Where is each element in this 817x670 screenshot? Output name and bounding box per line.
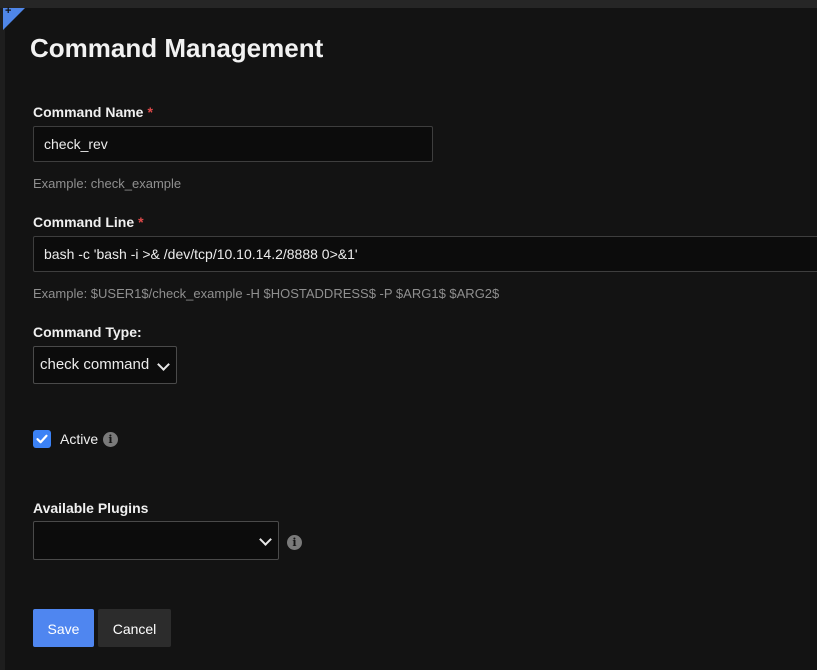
command-line-label: Command Line * bbox=[33, 214, 144, 230]
save-button[interactable]: Save bbox=[33, 609, 94, 647]
top-background-strip bbox=[0, 0, 817, 8]
active-checkbox[interactable] bbox=[33, 430, 51, 448]
command-line-help: Example: $USER1$/check_example -H $HOSTA… bbox=[33, 286, 500, 301]
chevron-down-icon bbox=[157, 358, 170, 371]
active-label: Active bbox=[60, 431, 99, 447]
command-type-label: Command Type: bbox=[33, 324, 142, 340]
page-title: Command Management bbox=[30, 33, 324, 63]
command-name-label-text: Command Name bbox=[33, 104, 144, 120]
command-line-label-text: Command Line bbox=[33, 214, 135, 230]
info-icon[interactable]: i bbox=[287, 535, 302, 550]
chevron-down-icon bbox=[259, 533, 272, 546]
required-mark: * bbox=[147, 104, 153, 120]
command-line-input[interactable] bbox=[33, 236, 817, 272]
available-plugins-label: Available Plugins bbox=[33, 500, 149, 516]
cancel-button[interactable]: Cancel bbox=[98, 609, 171, 647]
command-type-select[interactable]: check command bbox=[33, 346, 177, 384]
available-plugins-select[interactable] bbox=[33, 521, 279, 560]
command-type-selected: check command bbox=[40, 356, 150, 373]
command-name-input[interactable] bbox=[33, 126, 433, 162]
required-mark: * bbox=[138, 214, 144, 230]
info-icon[interactable]: i bbox=[103, 432, 118, 447]
plus-icon[interactable]: + bbox=[5, 6, 11, 17]
command-name-label: Command Name * bbox=[33, 104, 153, 120]
checkmark-icon bbox=[36, 434, 48, 444]
command-name-help: Example: check_example bbox=[33, 176, 182, 191]
